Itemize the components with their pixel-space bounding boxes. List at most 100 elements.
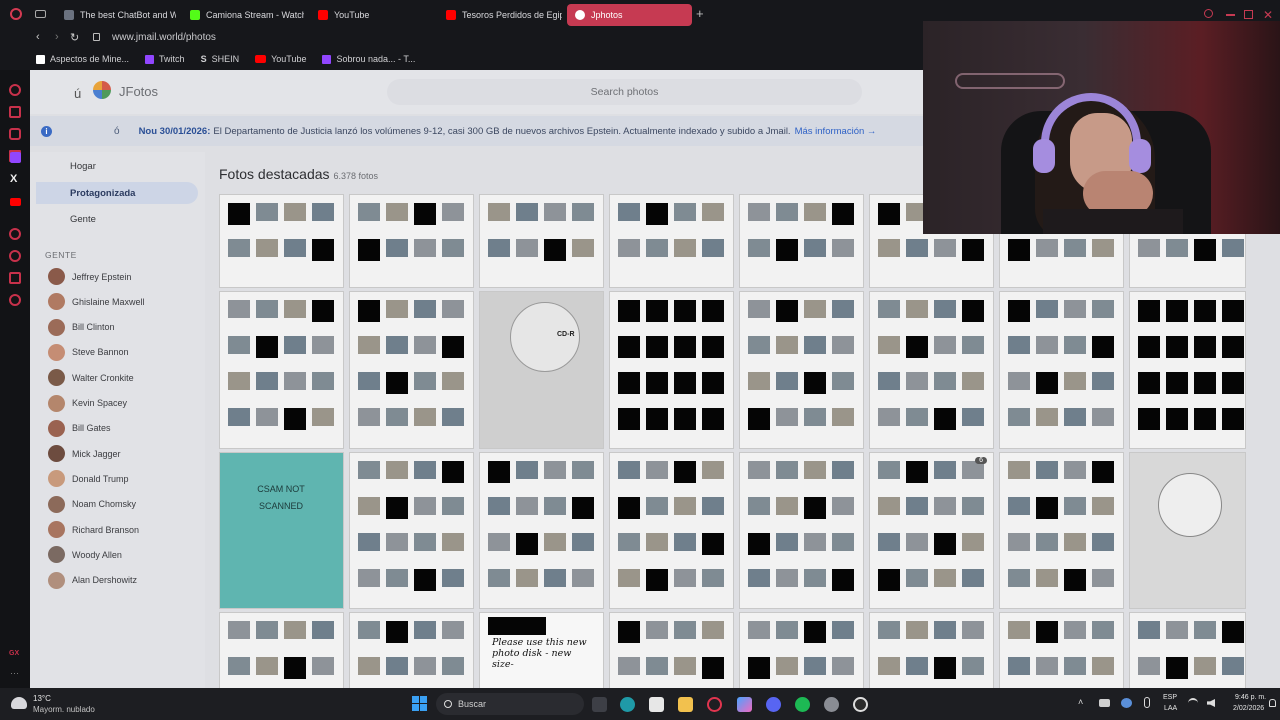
language-bottom[interactable]: LAA [1164, 705, 1177, 712]
tray-app-icon[interactable] [1099, 699, 1110, 707]
person-item[interactable]: Walter Cronkite [48, 369, 134, 387]
reload-icon[interactable]: ↻ [70, 31, 79, 44]
app-title[interactable]: JFotos [119, 84, 158, 99]
tab-chatbot[interactable]: The best ChatBot and Wid [56, 4, 176, 26]
person-item[interactable]: Noam Chomsky [48, 495, 136, 513]
photo-tile[interactable] [999, 452, 1124, 609]
tab-youtube[interactable]: YouTube [310, 4, 432, 26]
minimize-icon[interactable] [1226, 14, 1235, 16]
photo-tile[interactable] [609, 291, 734, 449]
clock-date[interactable]: 2/02/2026 [1233, 705, 1264, 712]
person-item[interactable]: Alan Dershowitz [48, 571, 137, 589]
photo-tile[interactable] [609, 194, 734, 288]
twitch-icon[interactable] [10, 152, 21, 163]
copilot-icon[interactable] [737, 697, 752, 712]
sidebar-item-featured[interactable]: Protagonizada [36, 182, 198, 204]
photo-tile[interactable] [739, 612, 864, 688]
forward-icon[interactable]: › [55, 31, 59, 43]
clock-time[interactable]: 9:46 p. m. [1235, 694, 1266, 701]
sidebar-item-home[interactable]: Hogar [36, 155, 198, 177]
weather-temp[interactable]: 13°C [33, 694, 51, 703]
person-item[interactable]: Bill Clinton [48, 318, 115, 336]
url-field[interactable]: www.jmail.world/photos [112, 32, 216, 43]
wifi-icon[interactable] [1188, 698, 1198, 708]
gx-icon[interactable]: GX [9, 650, 19, 657]
photo-tile[interactable] [739, 194, 864, 288]
messenger-icon[interactable] [9, 128, 21, 140]
file-explorer-icon[interactable] [678, 697, 693, 712]
photo-tile[interactable] [349, 194, 474, 288]
person-item[interactable]: Mick Jagger [48, 445, 121, 463]
settings-icon[interactable] [824, 697, 839, 712]
browser-logo-icon[interactable] [10, 8, 22, 20]
person-item[interactable]: Richard Branson [48, 521, 139, 538]
taskbar-search[interactable]: Buscar [436, 693, 584, 715]
photo-tile[interactable] [479, 194, 604, 288]
history-icon[interactable] [9, 250, 21, 262]
person-item[interactable]: Ghislaine Maxwell [48, 293, 145, 311]
x-icon[interactable]: X [10, 173, 17, 185]
shopping-icon[interactable] [9, 106, 21, 118]
task-view-icon[interactable] [592, 697, 607, 712]
edge-icon[interactable] [620, 697, 635, 712]
weather-icon[interactable] [11, 697, 27, 709]
photo-tile[interactable] [349, 612, 474, 688]
photo-tile[interactable] [219, 612, 344, 688]
maximize-icon[interactable] [1244, 10, 1253, 19]
photo-tile[interactable] [219, 194, 344, 288]
sidebar-item-people[interactable]: Gente [36, 208, 198, 230]
spotify-icon[interactable] [795, 697, 810, 712]
photo-tile[interactable] [349, 291, 474, 449]
search-icon[interactable] [1204, 9, 1213, 18]
photo-tile[interactable] [1129, 291, 1246, 449]
back-icon[interactable]: ‹ [36, 31, 40, 43]
photo-tile[interactable] [739, 452, 864, 609]
photo-tile[interactable] [219, 291, 344, 449]
photo-tile[interactable] [739, 291, 864, 449]
photo-tile[interactable] [869, 291, 994, 449]
bookmark-youtube[interactable]: YouTube [255, 54, 306, 64]
person-item[interactable]: Woody Allen [48, 546, 122, 564]
language-top[interactable]: ESP [1163, 694, 1177, 701]
window-list-icon[interactable] [35, 10, 46, 18]
search-input[interactable]: Search photos [387, 79, 862, 105]
windows-start-icon[interactable] [412, 696, 427, 711]
photo-tile[interactable] [1129, 452, 1246, 609]
new-tab-button[interactable]: + [696, 7, 704, 20]
person-item[interactable]: Jeffrey Epstein [48, 268, 131, 285]
photo-tile[interactable] [479, 452, 604, 609]
aria-icon[interactable] [9, 84, 21, 96]
photo-tile[interactable]: Please use this new photo disk - new siz… [479, 612, 604, 688]
banner-link[interactable]: Más información → [795, 126, 877, 137]
microphone-icon[interactable] [1144, 697, 1150, 708]
person-item[interactable]: Bill Gates [48, 419, 111, 437]
bookmark-twitch[interactable]: Twitch [145, 54, 185, 64]
tab-jphotos[interactable]: Jphotos [567, 4, 692, 26]
volume-icon[interactable] [1207, 699, 1215, 707]
youtube-icon[interactable] [10, 198, 21, 206]
opera-gx-icon[interactable] [707, 697, 722, 712]
photo-tile[interactable]: 6 [869, 452, 994, 609]
photo-tile[interactable] [609, 612, 734, 688]
bookmark-minecraft[interactable]: Aspectos de Mine... [36, 54, 129, 64]
bookmark-shein[interactable]: S SHEIN [201, 54, 240, 64]
photo-tile[interactable]: CD-R [479, 291, 604, 449]
person-item[interactable]: Steve Bannon [48, 343, 129, 361]
tab-youtube-egipto[interactable]: Tesoros Perdidos de Egip [438, 4, 562, 26]
person-item[interactable]: Donald Trump [48, 470, 129, 488]
weather-desc[interactable]: Mayorm. nublado [33, 705, 95, 714]
photo-tile[interactable] [609, 452, 734, 609]
tray-network-icon[interactable] [1121, 698, 1132, 708]
photo-tile[interactable] [1129, 612, 1246, 688]
tray-chevron-icon[interactable]: ˄ [1078, 697, 1083, 707]
store-icon[interactable] [649, 697, 664, 712]
discord-icon[interactable] [766, 697, 781, 712]
photo-tile[interactable] [869, 612, 994, 688]
person-item[interactable]: Kevin Spacey [48, 394, 127, 412]
photo-tile[interactable] [999, 612, 1124, 688]
more-icon[interactable]: ··· [10, 668, 19, 678]
photo-tile[interactable] [349, 452, 474, 609]
obs-icon[interactable] [853, 697, 868, 712]
notifications-icon[interactable] [1269, 699, 1276, 707]
photo-tile[interactable] [999, 291, 1124, 449]
